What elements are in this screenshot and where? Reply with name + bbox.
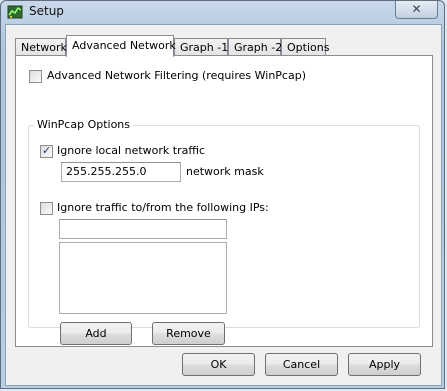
advanced-filtering-checkbox[interactable] [29,70,42,83]
winpcap-options-title: WinPcap Options [34,118,134,131]
add-button[interactable]: Add [60,322,132,345]
tab-network[interactable]: Network [15,38,67,56]
apply-button[interactable]: Apply [348,353,421,376]
tab-options[interactable]: Options [281,38,329,56]
ok-button[interactable]: OK [182,353,255,376]
network-mask-input[interactable]: 255.255.255.0 [61,162,181,182]
remove-button[interactable]: Remove [152,322,225,345]
ignore-local-checkbox[interactable]: ✓ [40,144,53,158]
ignore-local-label: Ignore local network traffic [57,144,206,157]
ignore-ips-label: Ignore traffic to/from the following IPs… [57,201,269,214]
checkmark-icon: ✓ [42,144,52,157]
tab-graph-2[interactable]: Graph -2 [228,38,282,56]
tab-graph-1[interactable]: Graph -1 [174,38,228,56]
setup-window: Setup ✕ Network Advanced Network Graph -… [0,0,445,389]
dialog-client: Network Advanced Network Graph -1 Graph … [5,24,442,386]
advanced-filtering-label: Advanced Network Filtering (requires Win… [47,69,306,82]
network-monitor-icon [7,4,23,20]
window-title: Setup [29,4,64,18]
title-bar[interactable]: Setup ✕ [1,1,444,23]
network-mask-label: network mask [186,165,264,178]
cancel-button[interactable]: Cancel [265,353,338,376]
ignore-ips-checkbox[interactable] [40,202,53,215]
close-icon: ✕ [411,2,422,16]
close-button[interactable]: ✕ [395,1,438,19]
ip-address-input[interactable] [59,219,227,239]
tab-advanced-network[interactable]: Advanced Network [66,35,176,57]
advanced-network-panel: Advanced Network Filtering (requires Win… [15,55,433,347]
ignored-ip-list[interactable] [59,242,227,314]
